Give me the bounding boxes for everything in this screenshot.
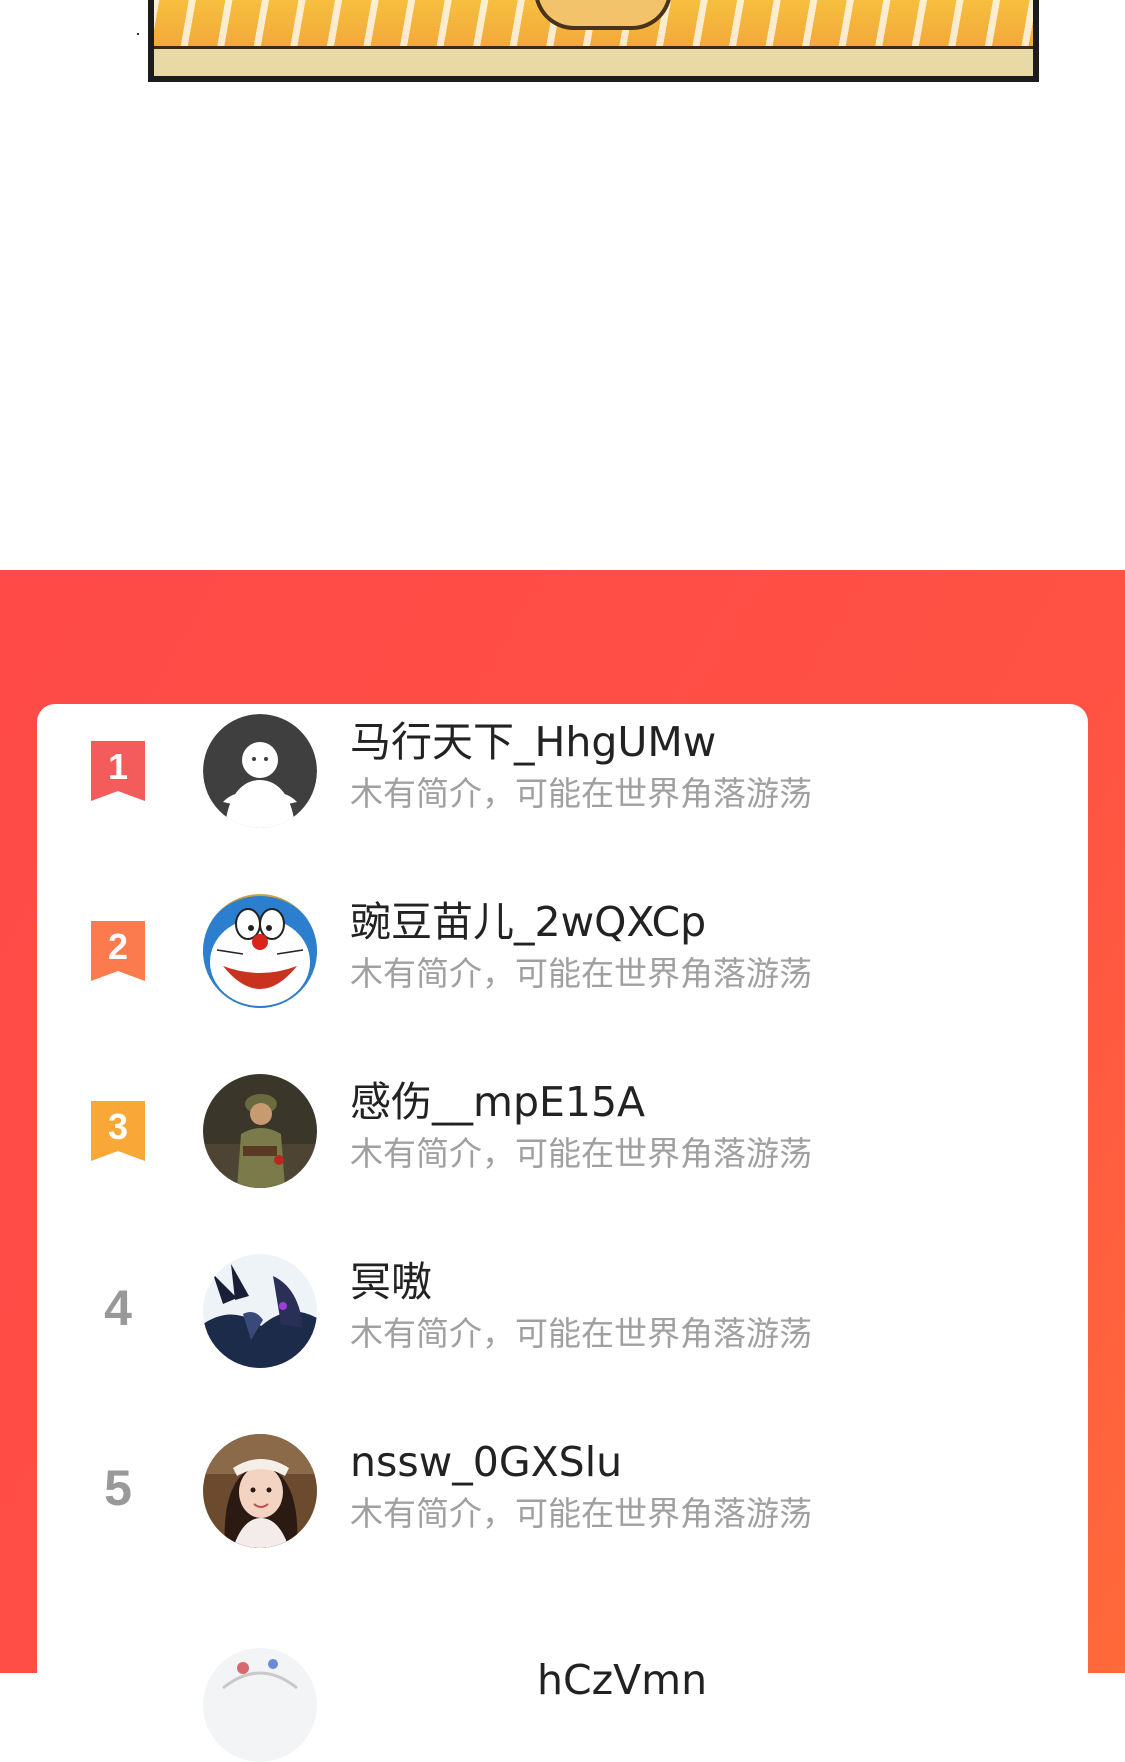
ranking-row-3[interactable]: 3 感伤__mpE15A 木有简介，可能在世界角落游荡: [37, 1064, 1088, 1214]
rank-badge-3: 3: [87, 1099, 149, 1163]
username[interactable]: 感伤__mpE15A: [350, 1076, 645, 1128]
partial-avatar: [203, 1648, 317, 1762]
stray-dot: [137, 33, 139, 35]
username[interactable]: 马行天下_HhgUMw: [350, 716, 716, 768]
ranking-card: 1 马行天下_HhgUMw 木有简介，可能在世界角落游荡 2 豌豆苗儿_2wQX…: [37, 704, 1088, 1762]
ranking-row-2[interactable]: 2 豌豆苗儿_2wQXCp 木有简介，可能在世界角落游荡: [37, 884, 1088, 1034]
username[interactable]: nssw_0GXSlu: [350, 1436, 622, 1488]
rank-number: 1: [108, 746, 128, 787]
rank-number: 5: [104, 1460, 132, 1516]
ranking-row-4[interactable]: 4 冥嗷 木有简介，可能在世界角落游荡: [37, 1244, 1088, 1394]
username[interactable]: 豌豆苗儿_2wQXCp: [350, 896, 706, 948]
girl-photo-avatar: [203, 1434, 317, 1548]
avatar[interactable]: [203, 1254, 317, 1368]
bookmark-ribbon-icon: 3: [91, 1101, 145, 1161]
default-person-icon: [203, 714, 317, 828]
user-bio: 木有简介，可能在世界角落游荡: [350, 1134, 812, 1173]
doraemon-avatar: [203, 894, 317, 1008]
avatar[interactable]: [203, 1074, 317, 1188]
dragon-art-avatar: [203, 1254, 317, 1368]
username[interactable]: hCzVmn: [537, 1654, 707, 1706]
bookmark-ribbon-icon: 1: [91, 741, 145, 801]
ranking-row-6[interactable]: hCzVmn: [37, 1604, 1088, 1762]
ranking-row-5[interactable]: 5 nssw_0GXSlu 木有简介，可能在世界角落游荡: [37, 1424, 1088, 1574]
user-bio: 木有简介，可能在世界角落游荡: [350, 954, 812, 993]
user-bio: 木有简介，可能在世界角落游荡: [350, 1494, 812, 1533]
rank-badge-2: 2: [87, 919, 149, 983]
ranking-section: 1 马行天下_HhgUMw 木有简介，可能在世界角落游荡 2 豌豆苗儿_2wQX…: [0, 570, 1125, 1762]
bookmark-ribbon-icon: 2: [91, 921, 145, 981]
user-bio: 木有简介，可能在世界角落游荡: [350, 1314, 812, 1353]
avatar[interactable]: [203, 1648, 317, 1762]
rank-number: 3: [108, 1106, 128, 1147]
rank-number: 4: [104, 1280, 132, 1336]
username[interactable]: 冥嗷: [350, 1256, 432, 1308]
rank-badge-1: 1: [87, 739, 149, 803]
avatar[interactable]: [203, 894, 317, 1008]
rank-number: 2: [108, 926, 128, 967]
soldier-photo-avatar: [203, 1074, 317, 1188]
ranking-row-1[interactable]: 1 马行天下_HhgUMw 木有简介，可能在世界角落游荡: [37, 704, 1088, 854]
avatar[interactable]: [203, 714, 317, 828]
comic-panel-image: [148, 0, 1039, 82]
user-bio: 木有简介，可能在世界角落游荡: [350, 774, 812, 813]
avatar[interactable]: [203, 1434, 317, 1548]
